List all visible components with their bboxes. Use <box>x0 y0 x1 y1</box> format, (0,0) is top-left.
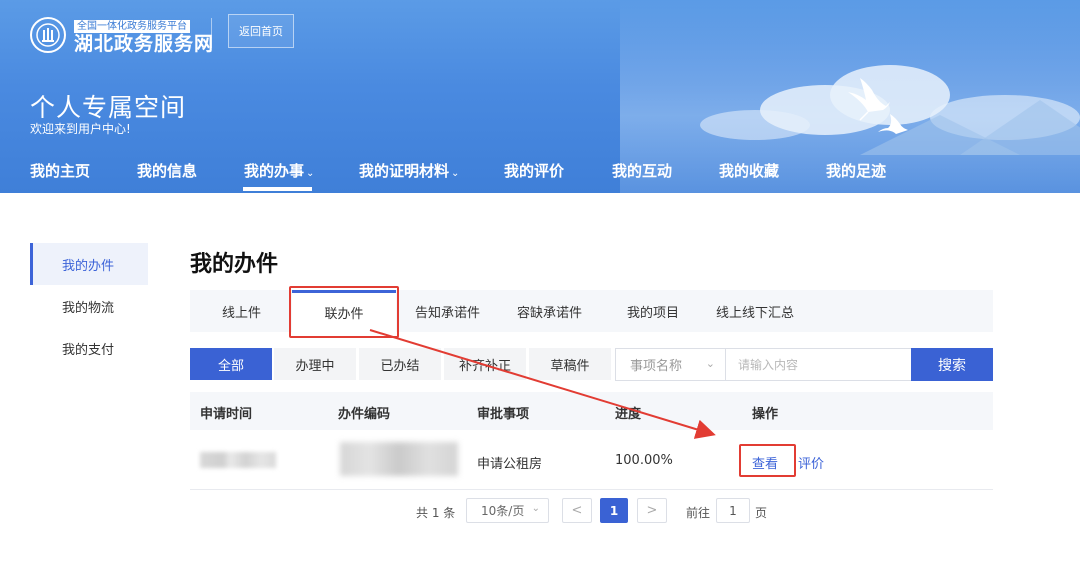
logo-text: 全国一体化政务服务平台 湖北政务服务网 <box>74 14 214 55</box>
welcome-text: 欢迎来到用户中心! <box>30 122 131 136</box>
page-number-current[interactable]: 1 <box>600 498 628 523</box>
section-title: 我的办件 <box>190 252 279 277</box>
home-button[interactable]: 返回首页 <box>228 14 294 48</box>
column-approval-item: 审批事项 <box>477 407 530 422</box>
nav-item-certificates[interactable]: 我的证明材料 ⌄ <box>359 160 459 181</box>
cell-progress: 100.00% <box>615 453 673 468</box>
nav-item-interaction[interactable]: 我的互动 <box>612 160 672 181</box>
sidebar: 我的办件 我的物流 我的支付 <box>30 243 148 369</box>
goto-label: 前往 <box>686 506 711 520</box>
site-logo[interactable]: 全国一体化政务服务平台 湖北政务服务网 <box>30 14 214 55</box>
sidebar-item-logistics[interactable]: 我的物流 <box>30 285 148 327</box>
select-value: 事项名称 <box>630 359 683 374</box>
divider <box>211 18 212 48</box>
chevron-down-icon: ⌄ <box>705 357 715 370</box>
tab-my-projects[interactable]: 我的项目 <box>627 290 679 332</box>
goto-unit: 页 <box>755 506 768 520</box>
tab-notify-commitment[interactable]: 告知承诺件 <box>415 290 480 332</box>
rate-link[interactable]: 评价 <box>798 453 824 472</box>
cloud-decoration <box>700 110 810 140</box>
logo-subtitle: 全国一体化政务服务平台 <box>74 20 190 33</box>
logo-title: 湖北政务服务网 <box>74 33 215 55</box>
filter-all[interactable]: 全部 <box>190 348 272 380</box>
sidebar-item-my-cases[interactable]: 我的办件 <box>30 243 148 285</box>
page-size-value: 10条/页 <box>481 504 525 518</box>
total-count: 共 1 条 <box>416 506 456 520</box>
nav-item-favorites[interactable]: 我的收藏 <box>719 160 779 181</box>
emblem-icon <box>30 16 66 53</box>
search-input[interactable] <box>725 348 912 381</box>
prev-page-button[interactable]: < <box>562 498 592 523</box>
nav-item-info[interactable]: 我的信息 <box>137 160 197 181</box>
nav-item-footprints[interactable]: 我的足迹 <box>826 160 886 181</box>
chevron-down-icon: ⌄ <box>531 503 540 514</box>
next-page-button[interactable]: > <box>637 498 667 523</box>
filter-completed[interactable]: 已办结 <box>359 348 441 380</box>
nav-label: 我的办事 <box>244 162 305 180</box>
redacted-case-code <box>340 442 458 476</box>
filter-drafts[interactable]: 草稿件 <box>529 348 611 380</box>
tab-missing-commitment[interactable]: 容缺承诺件 <box>517 290 582 332</box>
nav-label: 我的信息 <box>137 162 198 180</box>
cell-approval-item: 申请公租房 <box>477 457 543 472</box>
chevron-down-icon: ⌄ <box>451 168 460 179</box>
nav-item-affairs[interactable]: 我的办事 ⌄ <box>244 160 314 181</box>
active-nav-indicator <box>243 187 312 191</box>
crane-icon <box>848 78 908 134</box>
nav-label: 我的足迹 <box>826 162 887 180</box>
goto-page-input[interactable]: 1 <box>716 498 750 523</box>
annotation-highlight-box <box>289 286 399 338</box>
page-size-select[interactable]: 10条/页 ⌄ <box>466 498 549 523</box>
search-field-select[interactable]: 事项名称 ⌄ <box>615 348 725 381</box>
filter-processing[interactable]: 办理中 <box>274 348 356 380</box>
redacted-apply-time <box>200 452 276 468</box>
tab-online[interactable]: 线上件 <box>222 290 261 332</box>
nav-label: 我的收藏 <box>719 162 780 180</box>
table-header: 申请时间 办件编码 审批事项 进度 操作 <box>190 392 993 430</box>
table-row: 申请公租房 100.00% 查看 评价 <box>190 430 993 490</box>
sidebar-item-payment[interactable]: 我的支付 <box>30 327 148 369</box>
chevron-down-icon: ⌄ <box>306 168 315 179</box>
column-apply-time: 申请时间 <box>200 407 253 422</box>
search-button[interactable]: 搜索 <box>911 348 993 381</box>
nav-item-home[interactable]: 我的主页 <box>30 160 90 181</box>
nav-label: 我的主页 <box>30 162 91 180</box>
nav-label: 我的证明材料 <box>359 162 450 180</box>
nav-item-reviews[interactable]: 我的评价 <box>504 160 564 181</box>
pagination: 共 1 条 10条/页 ⌄ < 1 > 前往 1 页 <box>0 498 1080 524</box>
mountain-decoration <box>960 100 1080 155</box>
top-nav: 我的主页 我的信息 我的办事 ⌄ 我的证明材料 ⌄ 我的评价 我的互动 我的收藏 我… <box>0 150 1080 193</box>
nav-label: 我的互动 <box>612 162 673 180</box>
column-progress: 进度 <box>615 407 642 422</box>
annotation-highlight-box <box>739 444 796 477</box>
header-banner: 全国一体化政务服务平台 湖北政务服务网 返回首页 个人专属空间 欢迎来到用户中心… <box>0 0 1080 193</box>
column-case-code: 办件编码 <box>338 407 391 422</box>
column-actions: 操作 <box>752 407 779 422</box>
page-title: 个人专属空间 <box>30 93 187 122</box>
filter-supplement[interactable]: 补齐补正 <box>444 348 526 380</box>
tab-summary[interactable]: 线上线下汇总 <box>716 290 794 332</box>
nav-label: 我的评价 <box>504 162 565 180</box>
